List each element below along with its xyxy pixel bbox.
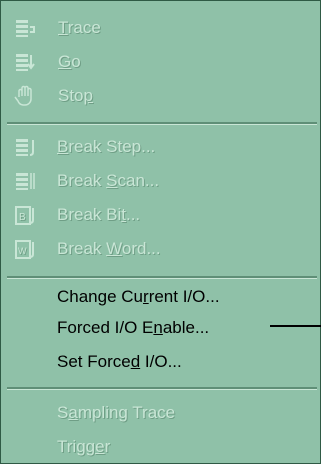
- break-step-icon: [16, 139, 34, 156]
- menu-item-sampling-trace[interactable]: Sampling Trace: [1, 396, 311, 430]
- menu-item-trace[interactable]: Trace: [1, 11, 311, 45]
- menu-item-stop[interactable]: Stop: [1, 79, 311, 113]
- menu-item-go-label: Go: [58, 52, 81, 71]
- break-word-icon: W: [15, 240, 34, 259]
- menu-item-trace-label: Trace: [58, 18, 101, 37]
- menu-separator: [7, 387, 317, 390]
- svg-text:W: W: [18, 246, 27, 256]
- menu-item-change-current-io-label: Change Current I/O...: [57, 287, 220, 306]
- hand-stop-icon: [14, 85, 32, 106]
- go-icon: [16, 54, 35, 71]
- menu-item-break-bit[interactable]: B Break Bit...: [1, 198, 311, 232]
- menu-item-break-bit-label: Break Bit...: [57, 205, 141, 224]
- menu-item-break-word-label: Break Word...: [57, 239, 161, 258]
- svg-text:B: B: [19, 212, 26, 223]
- menu-item-break-word[interactable]: W Break Word...: [1, 232, 311, 266]
- menu-item-set-forced-io[interactable]: Set Forced I/O...: [1, 345, 311, 379]
- menu-item-trigger[interactable]: Trigger: [1, 430, 311, 464]
- menu-item-change-current-io[interactable]: Change Current I/O...: [1, 280, 311, 314]
- break-bit-icon: B: [15, 206, 34, 225]
- menu-item-forced-io-enable[interactable]: Forced I/O Enable...: [1, 311, 311, 345]
- callout-line: [270, 325, 321, 327]
- debug-menu: Trace Go Stop Break Step... Break Scan..…: [0, 0, 321, 464]
- menu-item-stop-label: Stop: [58, 86, 93, 105]
- menu-separator: [7, 122, 317, 125]
- menu-item-break-step-label: Break Step...: [57, 137, 156, 156]
- menu-item-forced-io-enable-label: Forced I/O Enable...: [57, 318, 210, 337]
- trace-icon: [16, 20, 35, 37]
- menu-separator: [7, 276, 317, 279]
- menu-item-break-scan[interactable]: Break Scan...: [1, 164, 311, 198]
- menu-item-break-step[interactable]: Break Step...: [1, 130, 311, 164]
- break-scan-icon: [16, 173, 35, 190]
- menu-item-set-forced-io-label: Set Forced I/O...: [57, 352, 182, 371]
- menu-item-sampling-trace-label: Sampling Trace: [57, 403, 176, 422]
- menu-item-break-scan-label: Break Scan...: [57, 171, 160, 190]
- menu-item-go[interactable]: Go: [1, 45, 311, 79]
- menu-item-trigger-label: Trigger: [57, 437, 111, 456]
